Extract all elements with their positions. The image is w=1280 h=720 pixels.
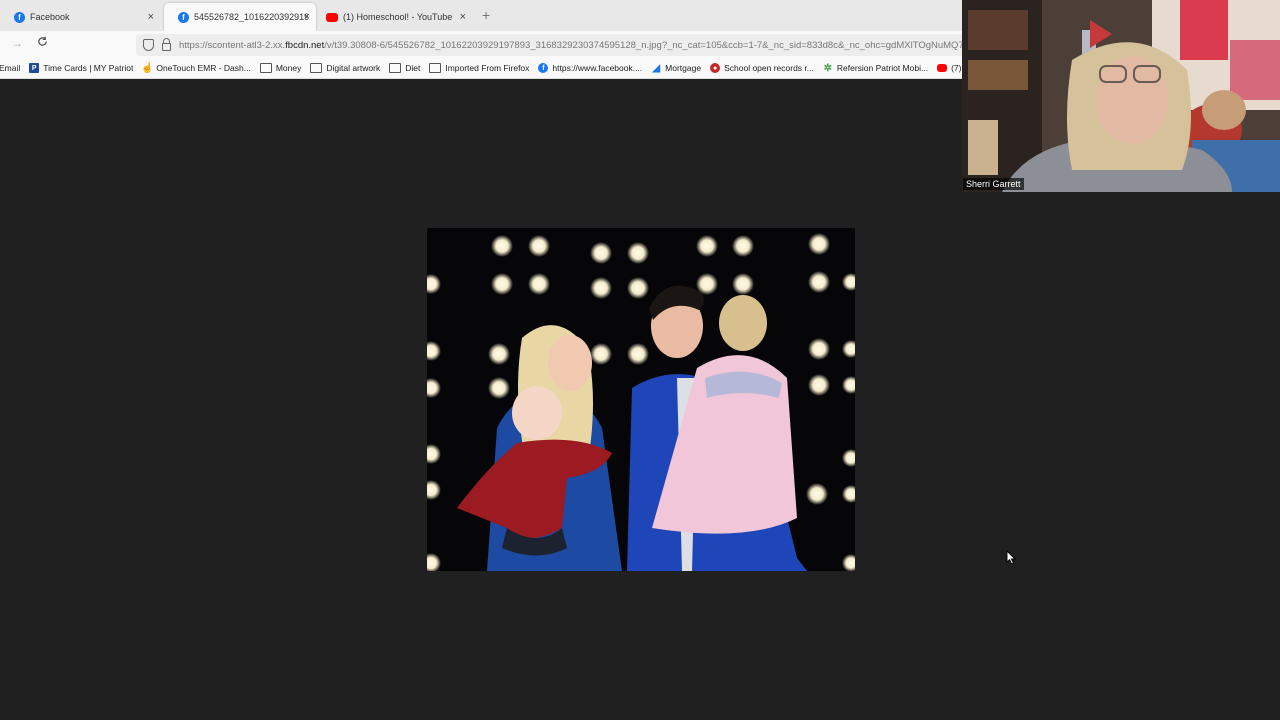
displayed-image[interactable]: [427, 228, 855, 571]
facebook-icon: f: [14, 11, 25, 23]
tab-bar: f Facebook × f 545526782_101622039291978…: [0, 0, 962, 31]
facebook-icon: f: [538, 63, 549, 73]
bookmark-imported-firefox[interactable]: Imported From Firefox: [429, 63, 529, 73]
bookmark-onetouch[interactable]: ☝ OneTouch EMR - Dash...: [141, 62, 251, 74]
patriot-icon: P: [29, 63, 40, 73]
folder-icon: [389, 63, 402, 73]
close-tab-icon[interactable]: ×: [304, 11, 310, 23]
folder-icon: [310, 63, 323, 73]
youtube-icon: [937, 64, 948, 72]
close-tab-icon[interactable]: ×: [148, 11, 154, 23]
bookmark-time-cards[interactable]: P Time Cards | MY Patriot: [29, 63, 133, 73]
bookmark-youtube[interactable]: (7) YouTube: [937, 63, 962, 73]
webcam-video[interactable]: [962, 0, 1280, 192]
school-icon: ●: [710, 63, 721, 73]
bookmark-diet[interactable]: Diet: [389, 63, 420, 73]
bookmark-refersion[interactable]: ✲ Refersion Patriot Mobi...: [823, 62, 928, 74]
bookmark-facebook[interactable]: f https://www.facebook....: [538, 63, 642, 73]
refersion-icon: ✲: [823, 62, 833, 74]
forward-arrow-icon[interactable]: →: [11, 36, 23, 50]
shield-icon[interactable]: [143, 39, 154, 51]
browser-chrome: f Facebook × f 545526782_101622039291978…: [0, 0, 962, 79]
bookmark-digital-artwork[interactable]: Digital artwork: [310, 63, 380, 73]
bookmark-money[interactable]: Money: [259, 63, 301, 73]
navigation-bar: → https://scontent-atl3-2.xx.fbcdn.net/v…: [0, 31, 962, 58]
mortgage-icon: ◢: [652, 62, 661, 74]
tab-facebook[interactable]: f Facebook ×: [0, 3, 160, 31]
bookmarks-bar: Email P Time Cards | MY Patriot ☝ OneTouch…: [0, 58, 962, 79]
bookmark-school-records[interactable]: ● School open records r...: [710, 63, 814, 73]
folder-icon: [259, 63, 272, 73]
youtube-icon: [326, 12, 338, 22]
bookmark-email[interactable]: Email: [0, 63, 20, 73]
close-tab-icon[interactable]: ×: [460, 11, 466, 23]
tab-image[interactable]: f 545526782_101622039291978 ×: [164, 3, 316, 31]
facebook-icon: f: [178, 11, 189, 23]
mouse-pointer-icon: [1006, 549, 1017, 570]
tab-title: Facebook: [30, 12, 70, 22]
participant-name-label: Sherri Garrett: [963, 178, 1024, 190]
hand-icon: ☝: [141, 62, 154, 74]
reload-icon[interactable]: [37, 36, 48, 50]
address-bar[interactable]: https://scontent-atl3-2.xx.fbcdn.net/v/t…: [136, 34, 962, 56]
tab-youtube[interactable]: (1) Homeschool! - YouTube ×: [312, 3, 472, 31]
url-text: https://scontent-atl3-2.xx.fbcdn.net/v/t…: [179, 39, 962, 51]
lock-icon[interactable]: [162, 38, 171, 51]
new-tab-icon[interactable]: +: [482, 7, 490, 23]
folder-icon: [429, 63, 442, 73]
bookmark-mortgage[interactable]: ◢ Mortgage: [651, 62, 701, 74]
tab-title: (1) Homeschool! - YouTube: [343, 12, 453, 22]
tab-title: 545526782_101622039291978: [194, 12, 308, 22]
